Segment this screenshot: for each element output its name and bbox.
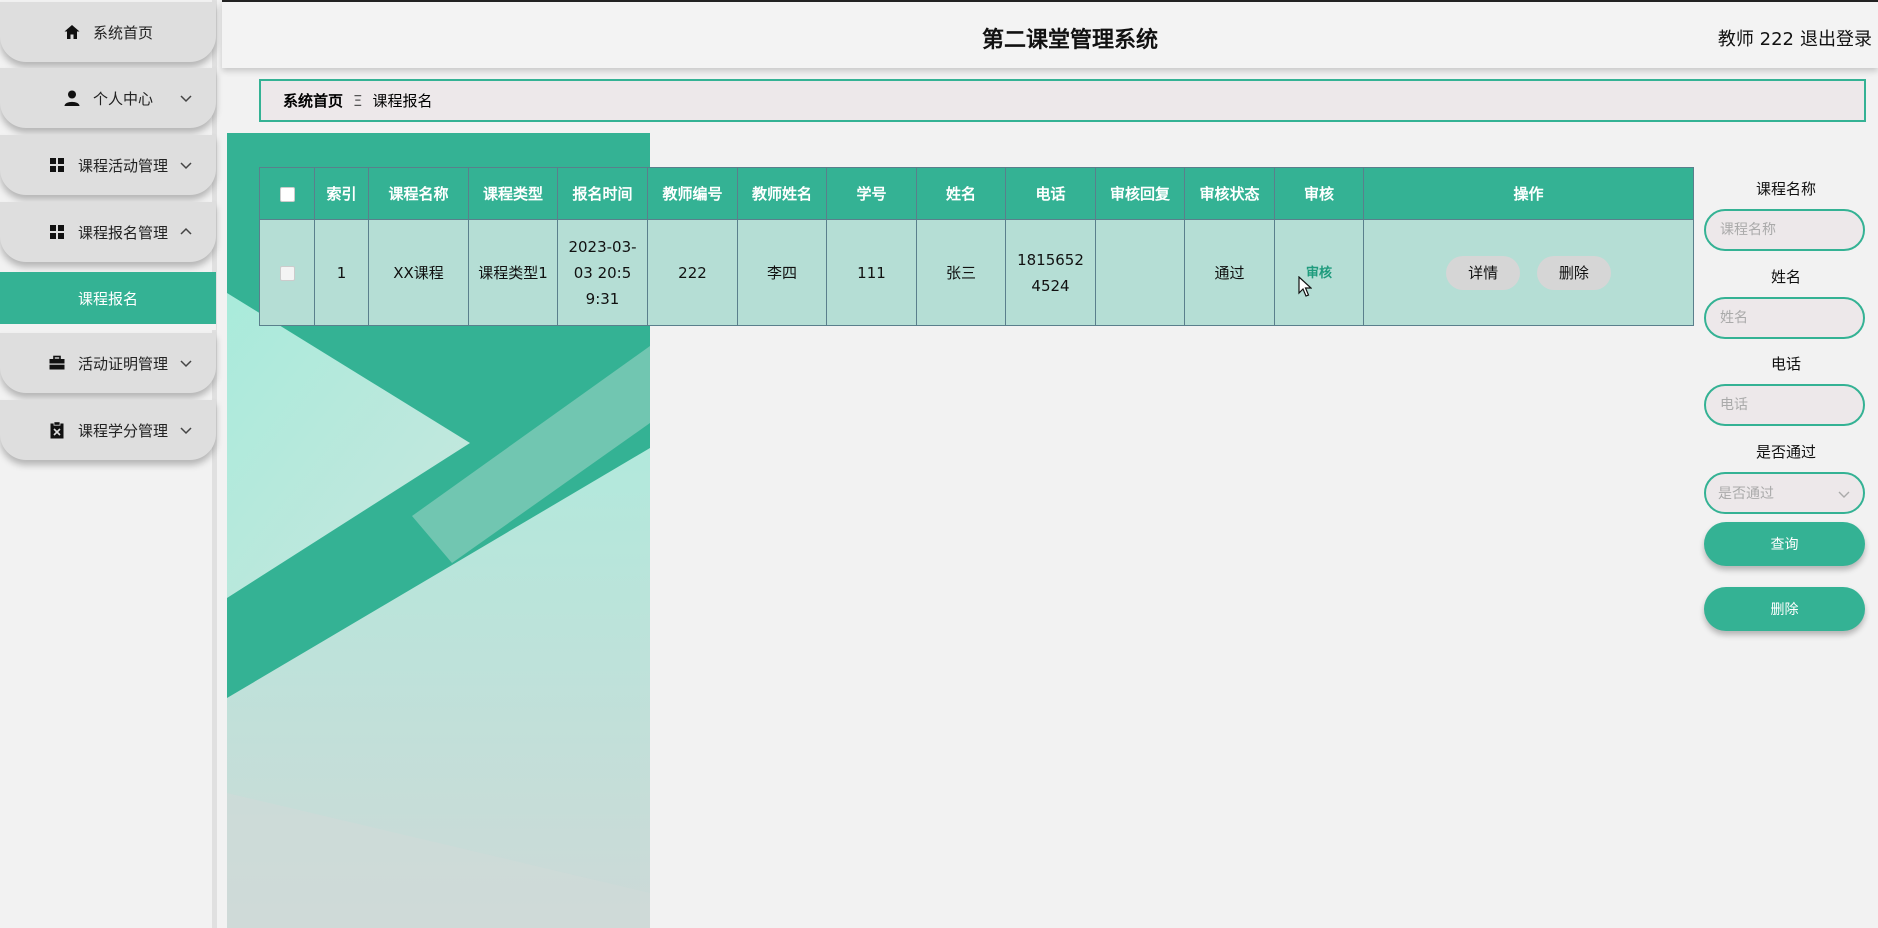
course-name-label: 课程名称 <box>1755 180 1816 198</box>
chevron-down-icon <box>180 427 192 435</box>
query-button[interactable]: 查询 <box>1704 522 1865 566</box>
sidebar-item-label: 个人中心 <box>92 89 153 108</box>
sidebar-item-course-credit[interactable]: 课程学分管理 <box>0 400 216 460</box>
table-row: 1 XX课程 课程类型1 2023-03-03 20:59:31 222 李四 … <box>259 219 1694 326</box>
chevron-down-icon <box>1838 491 1850 498</box>
column-header: 审核状态 <box>1184 167 1275 220</box>
column-header: 学号 <box>826 167 917 220</box>
cell-student-no: 111 <box>826 219 917 326</box>
column-header: 报名时间 <box>557 167 648 220</box>
top-header: 第二课堂管理系统 教师 222 退出登录 <box>222 0 1878 68</box>
logout-link[interactable]: 退出登录 <box>1800 25 1872 51</box>
sidebar-subitem-course-signup[interactable]: 课程报名 <box>0 272 216 324</box>
column-header: 姓名 <box>916 167 1006 220</box>
mouse-cursor-icon <box>1298 276 1312 297</box>
current-user: 教师 222 <box>1717 29 1794 50</box>
cell-teacher-no: 222 <box>647 219 738 326</box>
chevron-down-icon <box>180 360 192 368</box>
phone-text: 18156524524 <box>1017 250 1084 295</box>
phone-input[interactable] <box>1704 384 1865 426</box>
cell-reply <box>1095 219 1185 326</box>
table-header-row: 索引 课程名称 课程类型 报名时间 教师编号 教师姓名 学号 姓名 电话 审核回… <box>259 167 1694 220</box>
breadcrumb: 系统首页 Ξ 课程报名 <box>259 79 1866 122</box>
cell-actions: 详情 删除 <box>1363 219 1694 326</box>
detail-button[interactable]: 详情 <box>1446 255 1521 290</box>
course-name-input[interactable] <box>1704 209 1865 251</box>
delete-row-button[interactable]: 删除 <box>1536 255 1611 290</box>
column-header: 审核 <box>1274 167 1364 220</box>
cell-teacher-name: 李四 <box>737 219 827 326</box>
signup-time-text: 2023-03-03 20:59:31 <box>568 237 637 308</box>
cell-signup-time: 2023-03-03 20:59:31 <box>557 219 648 326</box>
grid-icon <box>48 156 66 174</box>
sidebar-item-label: 课程报名管理 <box>77 223 168 242</box>
chevron-up-icon <box>180 227 192 235</box>
course-type-text: 课程类型1 <box>478 263 548 282</box>
clipboard-icon <box>48 421 66 439</box>
cell-index: 1 <box>314 219 369 326</box>
sidebar-item-label: 系统首页 <box>92 23 153 42</box>
column-header: 索引 <box>314 167 369 220</box>
phone-label: 电话 <box>1770 355 1801 373</box>
column-header: 教师编号 <box>647 167 738 220</box>
cell-name: 张三 <box>916 219 1006 326</box>
sidebar: 系统首页 个人中心 课程活动管理 课程报名管理 课程报名 活动证明管理 课程学分… <box>0 0 217 928</box>
batch-delete-button[interactable]: 删除 <box>1704 587 1865 631</box>
name-input[interactable] <box>1704 297 1865 339</box>
column-header: 电话 <box>1005 167 1096 220</box>
column-header: 课程类型 <box>468 167 558 220</box>
sidebar-item-course-signup[interactable]: 课程报名管理 <box>0 202 216 262</box>
sidebar-item-course-activity[interactable]: 课程活动管理 <box>0 135 216 195</box>
select-all-cell <box>259 167 315 220</box>
page-title: 第二课堂管理系统 <box>982 28 1159 53</box>
chevron-down-icon <box>180 95 192 103</box>
home-icon <box>63 23 81 41</box>
row-checkbox[interactable] <box>279 265 295 281</box>
breadcrumb-home[interactable]: 系统首页 <box>283 90 343 111</box>
chevron-down-icon <box>180 162 192 170</box>
signup-table: 索引 课程名称 课程类型 报名时间 教师编号 教师姓名 学号 姓名 电话 审核回… <box>259 167 1694 326</box>
pass-select[interactable]: 是否通过 <box>1704 472 1865 514</box>
grid-icon <box>48 223 66 241</box>
column-header: 审核回复 <box>1095 167 1185 220</box>
cell-status: 通过 <box>1184 219 1275 326</box>
row-select-cell <box>259 219 315 326</box>
name-label: 姓名 <box>1770 268 1801 286</box>
column-header: 教师姓名 <box>737 167 827 220</box>
cell-course-type: 课程类型1 <box>468 219 558 326</box>
briefcase-icon <box>48 354 66 372</box>
sidebar-subitem-label: 课程报名 <box>77 289 138 308</box>
cell-course-name: XX课程 <box>368 219 469 326</box>
column-header: 操作 <box>1363 167 1694 220</box>
divider <box>0 324 216 330</box>
sidebar-item-home[interactable]: 系统首页 <box>0 2 216 62</box>
cell-audit: 审核 <box>1274 219 1364 326</box>
cell-phone: 18156524524 <box>1005 219 1096 326</box>
sidebar-item-activity-proof[interactable]: 活动证明管理 <box>0 333 216 393</box>
pass-select-value: 是否通过 <box>1718 486 1774 502</box>
breadcrumb-current: 课程报名 <box>372 92 433 110</box>
breadcrumb-separator: Ξ <box>353 91 363 110</box>
sidebar-item-label: 课程学分管理 <box>77 421 168 440</box>
select-all-checkbox[interactable] <box>279 186 295 202</box>
pass-label: 是否通过 <box>1755 443 1816 461</box>
sidebar-item-profile[interactable]: 个人中心 <box>0 68 216 128</box>
column-header: 课程名称 <box>368 167 469 220</box>
sidebar-item-label: 活动证明管理 <box>77 354 168 373</box>
sidebar-item-label: 课程活动管理 <box>77 156 168 175</box>
user-icon <box>63 89 81 107</box>
